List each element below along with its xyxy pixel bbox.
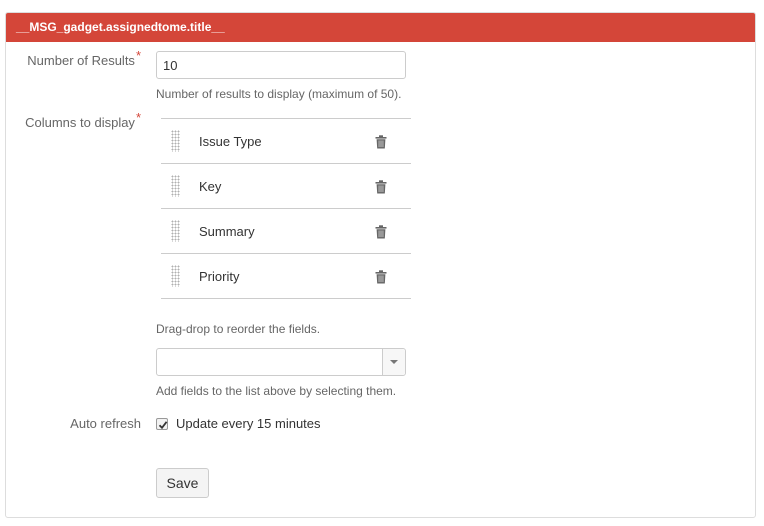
drag-handle-icon[interactable] <box>171 175 180 197</box>
column-item-issue-type[interactable]: Issue Type <box>161 119 411 164</box>
add-field-select[interactable] <box>156 348 406 376</box>
required-marker: * <box>135 110 141 125</box>
checkmark-icon <box>158 421 168 430</box>
column-label: Priority <box>199 269 240 284</box>
trash-icon[interactable] <box>375 135 387 149</box>
trash-icon[interactable] <box>375 225 387 239</box>
trash-icon[interactable] <box>375 270 387 284</box>
column-label: Summary <box>199 224 255 239</box>
drag-handle-icon[interactable] <box>171 220 180 242</box>
chevron-down-icon[interactable] <box>382 349 405 375</box>
number-of-results-label: Number of Results* <box>27 48 141 68</box>
column-item-key[interactable]: Key <box>161 164 411 209</box>
reorder-help: Drag-drop to reorder the fields. <box>156 322 321 336</box>
gadget-title-bar: __MSG_gadget.assignedtome.title__ <box>6 13 755 42</box>
number-of-results-label-text: Number of Results <box>27 53 135 68</box>
gadget-title: __MSG_gadget.assignedtome.title__ <box>16 20 225 34</box>
number-of-results-help: Number of results to display (maximum of… <box>156 87 402 101</box>
column-label: Issue Type <box>199 134 262 149</box>
auto-refresh-checkbox[interactable] <box>156 418 168 430</box>
columns-to-display-label: Columns to display* <box>25 110 141 130</box>
columns-list: Issue Type Key Summary Priority <box>161 118 411 299</box>
drag-handle-icon[interactable] <box>171 265 180 287</box>
required-marker: * <box>135 48 141 63</box>
column-item-summary[interactable]: Summary <box>161 209 411 254</box>
number-of-results-input[interactable] <box>156 51 406 79</box>
add-fields-help: Add fields to the list above by selectin… <box>156 384 397 398</box>
gadget-config-panel: __MSG_gadget.assignedtome.title__ Number… <box>5 12 756 518</box>
trash-icon[interactable] <box>375 180 387 194</box>
drag-handle-icon[interactable] <box>171 130 180 152</box>
columns-to-display-label-text: Columns to display <box>25 115 135 130</box>
save-button[interactable]: Save <box>156 468 209 498</box>
column-item-priority[interactable]: Priority <box>161 254 411 299</box>
auto-refresh-label: Auto refresh <box>70 416 141 431</box>
auto-refresh-checkbox-label[interactable]: Update every 15 minutes <box>176 416 321 431</box>
column-label: Key <box>199 179 222 194</box>
